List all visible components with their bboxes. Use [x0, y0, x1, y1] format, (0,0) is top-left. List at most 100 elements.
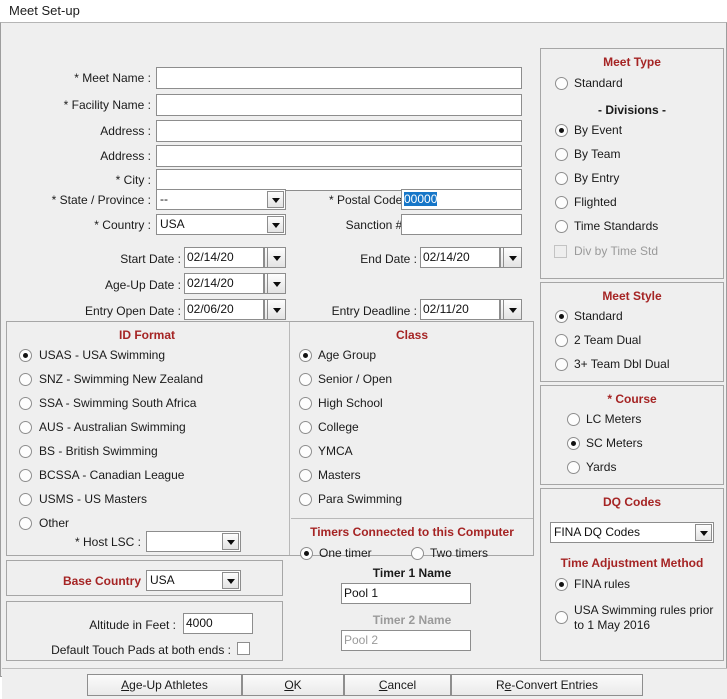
time-adjustment-legend: Time Adjustment Method — [560, 556, 704, 570]
age-up-date-label: Age-Up Date : — [104, 278, 181, 292]
window-title: Meet Set-up — [9, 3, 80, 18]
address1-label: Address : — [100, 124, 151, 138]
class-radio-4[interactable] — [299, 445, 312, 458]
meet-style-radio-1[interactable] — [555, 334, 568, 347]
id-format-radio-0[interactable] — [19, 349, 32, 362]
class-radio-1[interactable] — [299, 373, 312, 386]
meet-type-radio-1[interactable] — [555, 148, 568, 161]
id-format-label-3: AUS - Australian Swimming — [39, 420, 186, 434]
class-label-4: YMCA — [318, 444, 353, 458]
address1-input[interactable] — [156, 120, 522, 142]
country-value: USA — [160, 217, 185, 231]
end-date-dropdown[interactable] — [503, 247, 522, 268]
id-format-label-4: BS - British Swimming — [39, 444, 158, 458]
id-format-radio-2[interactable] — [19, 397, 32, 410]
ok-button[interactable]: OK — [242, 674, 344, 696]
end-date-input[interactable]: 02/14/20 — [420, 247, 500, 268]
cancel-rest: ancel — [387, 678, 417, 692]
address2-input[interactable] — [156, 145, 522, 167]
meet-type-radio-3[interactable] — [555, 196, 568, 209]
meet-style-radio-0[interactable] — [555, 310, 568, 323]
timer1-label: Timer 1 Name — [372, 566, 452, 580]
cancel-accel: C — [378, 678, 388, 692]
re-convert-entries-button[interactable]: Re-Convert Entries — [451, 674, 643, 696]
host-lsc-select[interactable] — [146, 531, 241, 552]
age-up-date-input[interactable]: 02/14/20 — [184, 273, 264, 294]
two-timers-label: Two timers — [430, 546, 489, 560]
state-select[interactable]: -- — [156, 189, 286, 210]
entry-deadline-dropdown[interactable] — [503, 299, 522, 320]
entry-open-date-dropdown[interactable] — [267, 299, 286, 320]
sanction-input[interactable] — [401, 214, 522, 235]
course-label-1: SC Meters — [586, 436, 643, 450]
entry-open-date-label: Entry Open Date : — [84, 304, 181, 318]
chevron-down-icon[interactable] — [695, 524, 712, 541]
age-up-athletes-button[interactable]: Age-Up Athletes — [87, 674, 242, 696]
time-adjustment-radio-1[interactable] — [555, 611, 568, 624]
title-bar: Meet Set-up — [0, 0, 727, 22]
entry-open-date-input[interactable]: 02/06/20 — [184, 299, 264, 320]
class-radio-0[interactable] — [299, 349, 312, 362]
cancel-button[interactable]: Cancel — [344, 674, 451, 696]
start-date-input[interactable]: 02/14/20 — [184, 247, 264, 268]
time-adjustment-radio-0[interactable] — [555, 578, 568, 591]
city-input[interactable] — [156, 169, 522, 191]
course-radio-1[interactable] — [567, 437, 580, 450]
meet-style-legend: Meet Style — [602, 289, 662, 303]
age-up-accel: A — [121, 678, 130, 692]
postal-code-input[interactable]: 00000 — [401, 189, 522, 210]
class-radio-2[interactable] — [299, 397, 312, 410]
meet-type-radio-4[interactable] — [555, 220, 568, 233]
two-timers-radio[interactable] — [411, 547, 424, 560]
meet-type-label-1: By Team — [574, 147, 621, 161]
dq-codes-panel — [540, 488, 724, 661]
id-format-radio-5[interactable] — [19, 469, 32, 482]
meet-type-label-0: By Event — [574, 123, 623, 137]
class-label-1: Senior / Open — [318, 372, 393, 386]
timer2-input: Pool 2 — [341, 630, 471, 651]
chevron-down-icon[interactable] — [222, 533, 239, 550]
course-legend: * Course — [607, 392, 657, 406]
state-value: -- — [160, 192, 168, 206]
time-adjustment-label-1: USA Swimming rules prior to 1 May 2016 — [574, 603, 714, 632]
meet-type-radio-2[interactable] — [555, 172, 568, 185]
class-radio-3[interactable] — [299, 421, 312, 434]
facility-name-input[interactable] — [156, 94, 522, 116]
meet-type-standard-radio[interactable] — [555, 77, 568, 90]
country-select[interactable]: USA — [156, 214, 286, 235]
divisions-header: - Divisions - — [597, 103, 666, 117]
state-label: * State / Province : — [51, 193, 151, 207]
start-date-label: Start Date : — [120, 252, 181, 266]
id-format-radio-3[interactable] — [19, 421, 32, 434]
id-format-radio-6[interactable] — [19, 493, 32, 506]
id-format-radio-1[interactable] — [19, 373, 32, 386]
course-radio-2[interactable] — [567, 461, 580, 474]
chevron-down-icon[interactable] — [222, 572, 239, 589]
altitude-input[interactable]: 4000 — [183, 613, 253, 634]
time-adjustment-label-0: FINA rules — [574, 577, 631, 591]
base-country-select[interactable]: USA — [146, 570, 241, 591]
start-date-dropdown[interactable] — [267, 247, 286, 268]
touch-pads-label: Default Touch Pads at both ends : — [51, 643, 231, 657]
id-format-radio-4[interactable] — [19, 445, 32, 458]
meet-type-radio-0[interactable] — [555, 124, 568, 137]
id-format-label-5: BCSSA - Canadian League — [39, 468, 185, 482]
dialog-body: * Meet Name : * Facility Name : Address … — [0, 22, 727, 699]
id-format-label-7: Other — [39, 516, 70, 530]
course-radio-0[interactable] — [567, 413, 580, 426]
touch-pads-checkbox[interactable] — [237, 642, 250, 655]
class-radio-5[interactable] — [299, 469, 312, 482]
age-up-date-dropdown[interactable] — [267, 273, 286, 294]
dq-codes-select[interactable]: FINA DQ Codes — [550, 522, 714, 543]
entry-deadline-input[interactable]: 02/11/20 — [420, 299, 500, 320]
facility-name-label: * Facility Name : — [63, 98, 151, 112]
one-timer-radio[interactable] — [300, 547, 313, 560]
id-format-radio-7[interactable] — [19, 517, 32, 530]
meet-name-input[interactable] — [156, 67, 522, 89]
chevron-down-icon[interactable] — [267, 216, 284, 233]
class-radio-6[interactable] — [299, 493, 312, 506]
chevron-down-icon[interactable] — [267, 191, 284, 208]
div-by-time-std-checkbox — [554, 245, 567, 258]
meet-style-radio-2[interactable] — [555, 358, 568, 371]
timer1-input[interactable]: Pool 1 — [341, 583, 471, 604]
